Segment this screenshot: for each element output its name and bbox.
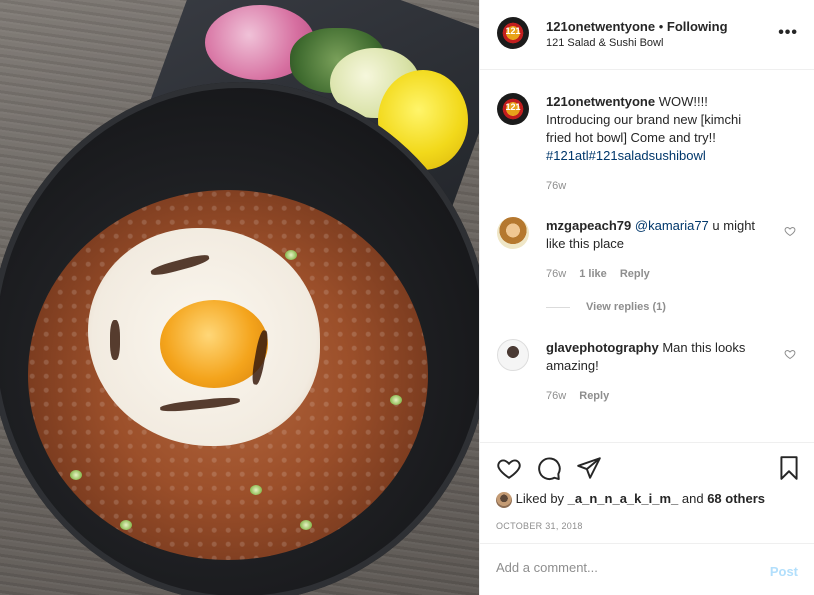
comment-age[interactable]: 76w: [546, 390, 566, 402]
post-header: 121onetwentyone • Following 121 Salad & …: [480, 0, 814, 70]
more-options-icon[interactable]: •••: [778, 24, 798, 42]
bookmark-icon[interactable]: [776, 455, 802, 481]
post-actions: Liked by _a_n_n_a_k_i_m_ and 68 others O…: [480, 442, 814, 542]
scallion: [285, 250, 297, 260]
comment-icon[interactable]: [536, 455, 562, 481]
add-comment-bar: Post: [480, 543, 814, 595]
comment-text: mzgapeach79 @kamaria77 u might like this…: [546, 217, 766, 253]
comment-input[interactable]: [496, 560, 746, 575]
profile-avatar[interactable]: [497, 17, 529, 49]
commenter-avatar[interactable]: [497, 339, 529, 371]
likes-middle: and: [678, 491, 708, 506]
location-link[interactable]: 121 Salad & Sushi Bowl: [546, 37, 663, 49]
comment: glavephotography Man this looks amazing!…: [496, 339, 798, 409]
scallion: [250, 485, 262, 495]
following-button[interactable]: Following: [667, 19, 728, 34]
paper-plane-icon[interactable]: [576, 455, 602, 481]
caption-hashtags[interactable]: #121atl#121saladsushibowl: [546, 148, 706, 163]
scallion: [120, 520, 132, 530]
commenter-avatar[interactable]: [497, 217, 529, 249]
caption-meta: 76w: [546, 180, 576, 192]
likes-prefix: Liked by: [515, 491, 568, 506]
sauce-drizzle: [110, 320, 120, 360]
comment-meta: 76w Reply: [546, 390, 619, 402]
post-photo[interactable]: [0, 0, 479, 595]
scallion: [70, 470, 82, 480]
caption-avatar[interactable]: [497, 93, 529, 125]
likes-others[interactable]: 68 others: [707, 491, 765, 506]
liker-avatar[interactable]: [496, 491, 512, 508]
comment-text: glavephotography Man this looks amazing!: [546, 339, 766, 375]
replies-divider: [546, 306, 570, 308]
header-separator: •: [655, 19, 667, 34]
heart-icon[interactable]: [496, 455, 522, 481]
reply-button[interactable]: Reply: [620, 268, 650, 280]
caption-text: 121onetwentyone WOW!!!! Introducing our …: [546, 93, 766, 165]
comment-mention[interactable]: @kamaria77: [635, 218, 709, 233]
comment-age[interactable]: 76w: [546, 268, 566, 280]
comment-meta: 76w 1 like Reply: [546, 268, 660, 280]
likes-summary: Liked by _a_n_n_a_k_i_m_ and 68 others: [496, 491, 765, 508]
post-date[interactable]: October 31, 2018: [496, 521, 583, 531]
caption: 121onetwentyone WOW!!!! Introducing our …: [496, 93, 798, 193]
caption-username[interactable]: 121onetwentyone: [546, 94, 655, 109]
comment-likes[interactable]: 1 like: [579, 268, 607, 280]
view-replies-label: View replies (1): [586, 301, 666, 313]
reply-button[interactable]: Reply: [579, 390, 609, 402]
post-details-panel: 121onetwentyone • Following 121 Salad & …: [479, 0, 814, 595]
view-replies-button[interactable]: View replies (1): [546, 301, 666, 313]
comment-username[interactable]: mzgapeach79: [546, 218, 631, 233]
header-user-line: 121onetwentyone • Following: [546, 19, 728, 34]
header-username[interactable]: 121onetwentyone: [546, 19, 655, 34]
comment-like-icon[interactable]: [784, 348, 796, 360]
comment-username[interactable]: glavephotography: [546, 340, 659, 355]
caption-age[interactable]: 76w: [546, 180, 566, 192]
post-button[interactable]: Post: [770, 564, 798, 579]
scallion: [390, 395, 402, 405]
scallion: [300, 520, 312, 530]
comment-like-icon[interactable]: [784, 225, 796, 237]
liker-username[interactable]: _a_n_n_a_k_i_m_: [568, 491, 679, 506]
comment: mzgapeach79 @kamaria77 u might like this…: [496, 217, 798, 297]
